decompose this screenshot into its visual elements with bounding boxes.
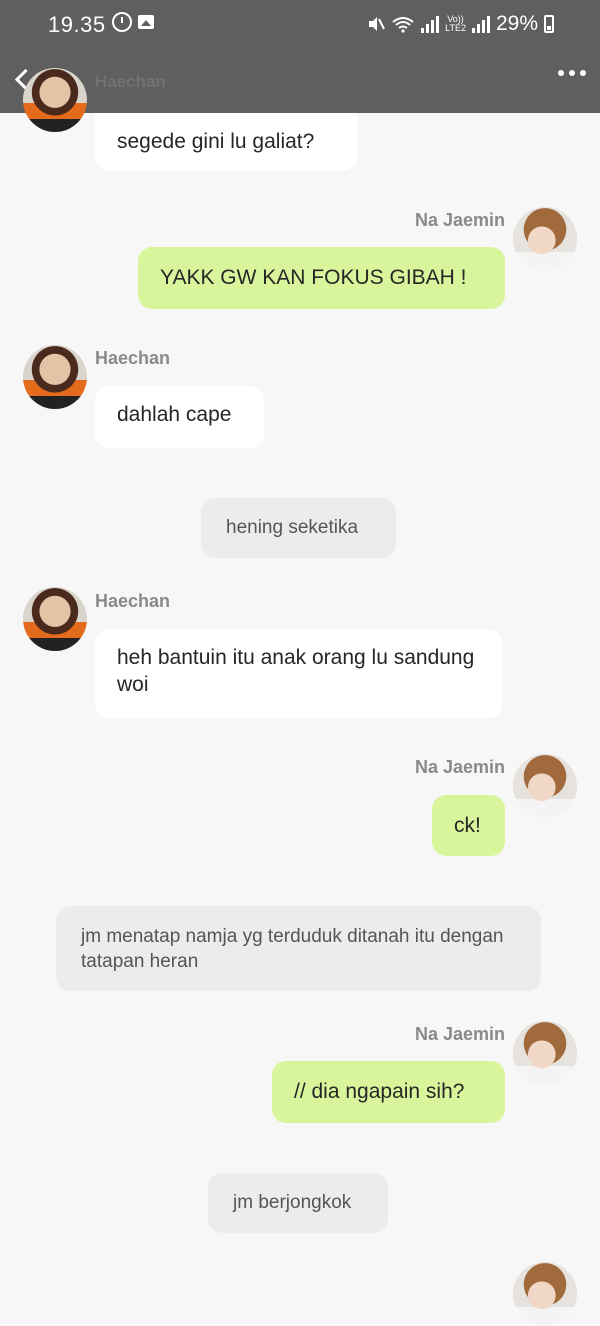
avatar-haechan[interactable] (23, 68, 87, 132)
battery-icon (544, 15, 554, 33)
message-bubble-right[interactable]: // dia ngapain sih? (272, 1061, 505, 1123)
sender-name: Haechan (95, 591, 171, 611)
message-bubble-left[interactable]: segede gini lu galiat? (95, 113, 357, 171)
narration-bubble: hening seketika (201, 498, 396, 558)
signal-1-icon (421, 15, 440, 33)
top-bar: 19.35 Vo)) LTE2 29% Haechan (0, 0, 600, 113)
avatar-haechan[interactable] (23, 587, 87, 651)
message-bubble-left[interactable]: heh bantuin itu anak orang lu sandung wo… (95, 629, 502, 718)
sender-name: Na Jaemin (414, 757, 505, 777)
image-icon (138, 15, 154, 29)
sender-name: Na Jaemin (414, 210, 505, 230)
more-options-button[interactable] (558, 70, 586, 76)
avatar-jaemin[interactable] (513, 207, 577, 271)
message-text: // dia ngapain sih? (294, 1080, 465, 1103)
narration-bubble: jm berjongkok (208, 1173, 388, 1233)
narration-bubble: jm menatap namja yg terduduk ditanah itu… (56, 906, 541, 991)
battery-percent: 29% (495, 12, 538, 35)
message-bubble-right[interactable]: YAKK GW KAN FOKUS GIBAH ! (138, 247, 505, 309)
message-text: heh bantuin itu anak orang lu sandung wo… (117, 646, 475, 696)
avatar-jaemin[interactable] (513, 754, 577, 818)
sender-name: Haechan (95, 348, 171, 368)
message-bubble-right[interactable]: ck! (432, 795, 505, 856)
avatar-jaemin[interactable] (513, 1262, 577, 1326)
message-bubble-left[interactable]: dahlah cape (95, 386, 264, 448)
status-left-icons (110, 12, 154, 32)
sender-name: Na Jaemin (414, 1024, 505, 1044)
status-right-icons: Vo)) LTE2 29% (367, 12, 554, 36)
message-text: dahlah cape (117, 403, 232, 426)
timer-icon (112, 12, 132, 32)
chat-title: Haechan (95, 72, 166, 91)
wifi-icon (392, 17, 414, 33)
message-text: ck! (454, 814, 481, 837)
narration-text: hening seketika (226, 517, 359, 538)
lte-indicator: Vo)) LTE2 (445, 14, 466, 33)
avatar-haechan[interactable] (23, 345, 87, 409)
avatar-jaemin[interactable] (513, 1021, 577, 1085)
narration-text: jm berjongkok (233, 1192, 352, 1213)
message-text: YAKK GW KAN FOKUS GIBAH ! (160, 266, 467, 289)
status-time: 19.35 (48, 12, 106, 37)
narration-text: jm menatap namja yg terduduk ditanah itu… (81, 926, 504, 972)
signal-2-icon (471, 15, 490, 33)
message-text: segede gini lu galiat? (117, 130, 315, 153)
mute-icon (369, 17, 386, 31)
